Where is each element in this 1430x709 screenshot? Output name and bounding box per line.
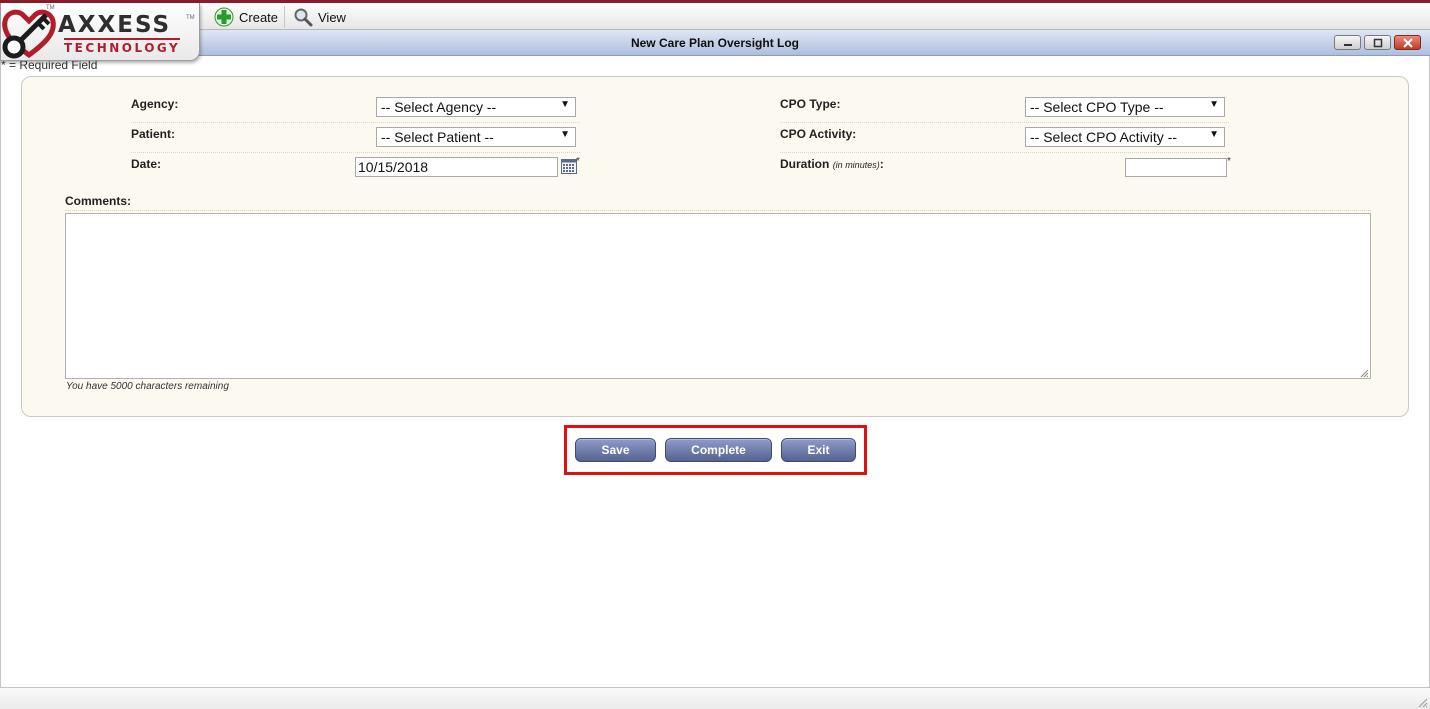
complete-button[interactable]: Complete: [665, 438, 772, 462]
date-input[interactable]: 10/15/2018: [355, 157, 558, 177]
characters-remaining-note: You have 5000 characters remaining: [66, 381, 229, 392]
window-titlebar[interactable]: New Care Plan Oversight Log: [0, 30, 1430, 56]
resize-grip-icon[interactable]: [1359, 368, 1369, 378]
care-plan-form: Agency: -- Select Agency -- ▼ Patient: -…: [21, 76, 1409, 417]
required-marker: *: [1227, 156, 1231, 167]
cpo-activity-label: CPO Activity:: [780, 127, 857, 141]
duration-label-text: Duration: [780, 157, 830, 171]
cpo-type-select-value: -- Select CPO Type --: [1030, 99, 1164, 115]
magnifier-icon: [294, 8, 313, 27]
cpo-activity-select-value: -- Select CPO Activity --: [1030, 129, 1178, 145]
required-marker: *: [576, 156, 580, 167]
cpo-type-select[interactable]: -- Select CPO Type -- ▼: [1025, 97, 1225, 117]
agency-select-value: -- Select Agency --: [381, 99, 497, 115]
dropdown-arrow-icon: ▼: [1209, 99, 1219, 110]
top-menu-bar: Create View: [0, 3, 1430, 30]
duration-label: Duration (in minutes):: [780, 157, 884, 171]
agency-select[interactable]: -- Select Agency -- ▼: [376, 97, 576, 117]
axxess-logo: TM AXXESS TM TECHNOLOGY: [0, 3, 200, 63]
heart-key-icon: [2, 9, 56, 59]
cpo-activity-select[interactable]: -- Select CPO Activity -- ▼: [1025, 127, 1225, 147]
minimize-button[interactable]: [1334, 35, 1361, 50]
patient-label: Patient:: [131, 127, 176, 141]
view-menu-label: View: [318, 9, 346, 25]
frame-left-border: [0, 56, 1, 687]
logo-wordmark: AXXESS: [58, 12, 172, 38]
patient-select[interactable]: -- Select Patient -- ▼: [376, 127, 576, 147]
logo-trademark: TM: [46, 5, 55, 11]
dropdown-arrow-icon: ▼: [560, 129, 570, 140]
create-menu-button[interactable]: Create: [214, 6, 278, 28]
duration-unit-hint: (in minutes): [832, 160, 880, 170]
minimize-icon: [1343, 43, 1352, 46]
patient-select-value: -- Select Patient --: [381, 129, 494, 145]
calendar-icon[interactable]: [561, 159, 577, 174]
window-title: New Care Plan Oversight Log: [630, 36, 800, 50]
maximize-icon: [1373, 38, 1382, 47]
maximize-button[interactable]: [1364, 35, 1391, 50]
comments-label: Comments:: [65, 194, 132, 208]
form-actions-highlight: Save Complete Exit: [564, 425, 867, 475]
close-button[interactable]: [1394, 35, 1421, 50]
plus-icon: [214, 7, 234, 27]
agency-label: Agency:: [131, 97, 179, 111]
view-menu-button[interactable]: View: [293, 6, 346, 28]
cpo-type-label: CPO Type:: [780, 97, 841, 111]
menu-divider: [284, 6, 285, 28]
dropdown-arrow-icon: ▼: [560, 99, 570, 110]
duration-label-colon: :: [879, 157, 884, 171]
dropdown-arrow-icon: ▼: [1209, 129, 1219, 140]
row-divider: [780, 152, 1229, 153]
close-icon: [1402, 37, 1413, 48]
comments-textarea[interactable]: [65, 213, 1371, 379]
row-divider: [131, 122, 580, 123]
logo-trademark-2: TM: [186, 15, 195, 21]
create-menu-label: Create: [239, 9, 279, 25]
duration-input[interactable]: [1125, 158, 1227, 177]
row-divider: [780, 122, 1229, 123]
logo-tagline: TECHNOLOGY: [64, 38, 181, 55]
window-controls: [1334, 35, 1421, 50]
exit-button[interactable]: Exit: [781, 438, 856, 462]
window-resize-grip-icon[interactable]: [1416, 696, 1428, 708]
row-divider: [131, 152, 580, 153]
save-button[interactable]: Save: [575, 438, 656, 462]
date-label: Date:: [131, 157, 162, 171]
row-divider: [65, 210, 1371, 211]
window-status-bar: [0, 687, 1430, 709]
